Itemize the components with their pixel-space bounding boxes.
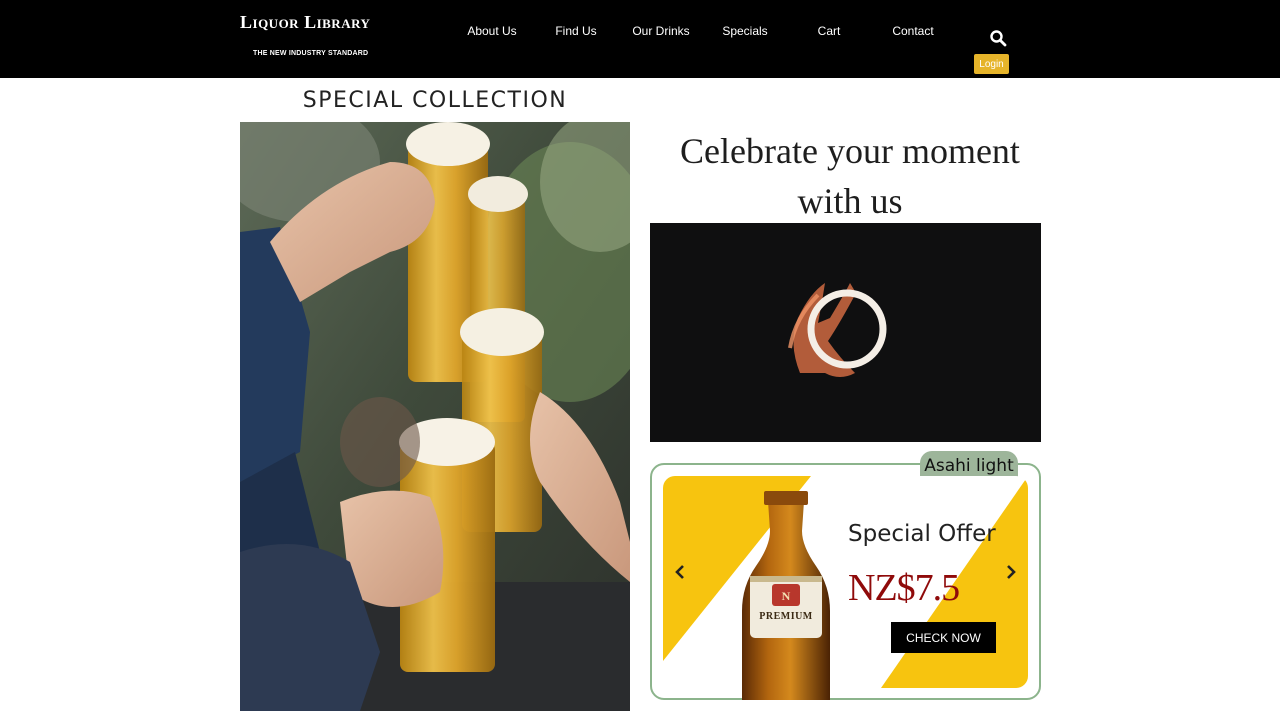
nav-find-us[interactable]: Find Us [536,24,616,38]
hero-heading-line1: Celebrate your moment [680,131,1020,171]
nav-about-us[interactable]: About Us [452,24,532,38]
site-header: Liquor Library THE NEW INDUSTRY STANDARD… [0,0,1280,78]
svg-text:N: N [782,589,791,603]
nav-specials[interactable]: Specials [705,24,785,38]
chevron-right-icon[interactable] [1000,559,1022,585]
hero-heading: Celebrate your moment with us [650,126,1050,226]
hero-heading-line2: with us [797,181,903,221]
collection-title: SPECIAL COLLECTION [302,88,568,113]
offer-title: Special Offer [848,521,996,547]
offer-slide [663,476,1028,688]
offer-price: NZ$7.5 [848,567,960,609]
search-icon[interactable] [989,29,1007,47]
brand-tagline: THE NEW INDUSTRY STANDARD [253,50,369,57]
bottle-label-text: PREMIUM [759,611,813,622]
beer-toast-photo [240,122,630,711]
product-name-tag: Asahi light [920,451,1018,479]
nav-contact[interactable]: Contact [873,24,953,38]
nav-our-drinks[interactable]: Our Drinks [621,24,701,38]
nav-cart[interactable]: Cart [789,24,869,38]
brand-name: Liquor Library [240,12,371,32]
beer-bottle-image: N PREMIUM [736,491,836,700]
login-button[interactable]: Login [974,54,1009,74]
ring-hand-photo [650,223,1041,442]
check-now-button[interactable]: CHECK NOW [891,622,996,653]
brand-logo[interactable]: Liquor Library THE NEW INDUSTRY STANDARD [240,12,410,57]
chevron-left-icon[interactable] [669,559,691,585]
